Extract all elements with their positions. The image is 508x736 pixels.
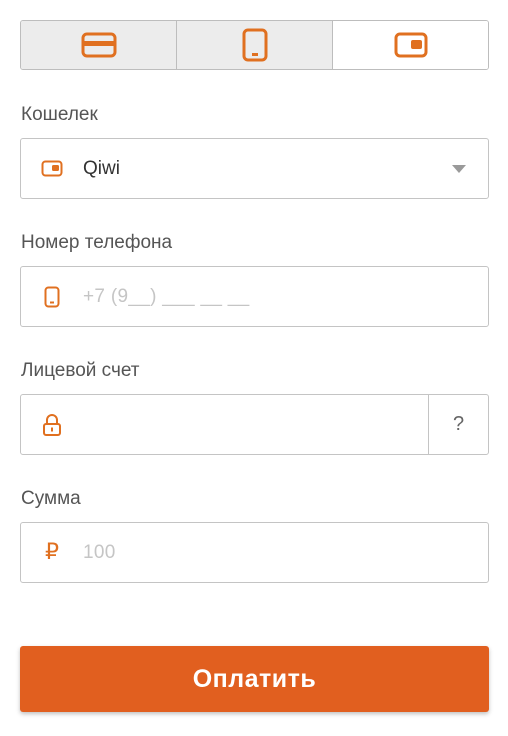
tab-wallet[interactable] — [333, 21, 488, 69]
chevron-down-icon[interactable] — [452, 164, 466, 173]
amount-label: Сумма — [21, 488, 81, 509]
payment-method-tabs — [20, 20, 489, 70]
mobile-phone-icon — [242, 28, 267, 62]
account-label: Лицевой счет — [21, 360, 140, 381]
account-field-icon-wrap — [21, 395, 83, 454]
wallet-selected-value: Qiwi — [83, 157, 120, 179]
phone-field[interactable]: +7 (9__) ___ __ __ — [20, 266, 489, 327]
ruble-icon: ₽ — [45, 540, 59, 565]
pay-button[interactable]: Оплатить — [20, 646, 489, 712]
amount-field-icon-wrap: ₽ — [21, 523, 83, 582]
phone-label: Номер телефона — [21, 232, 173, 253]
amount-field[interactable]: ₽ 100 — [20, 522, 489, 583]
tab-card[interactable] — [21, 21, 177, 69]
lock-icon — [43, 413, 61, 436]
help-button[interactable]: ? — [428, 395, 488, 454]
phone-field-icon-wrap — [21, 267, 83, 326]
phone-placeholder: +7 (9__) ___ __ __ — [83, 285, 250, 307]
wallet-field-icon-wrap — [21, 139, 83, 198]
payment-form: Кошелек Qiwi Номер телефона +7 (9__) ___… — [0, 0, 508, 736]
amount-placeholder: 100 — [83, 541, 116, 563]
tab-mobile[interactable] — [177, 21, 333, 69]
wallet-select[interactable]: Qiwi — [20, 138, 489, 199]
credit-card-icon — [81, 32, 116, 58]
wallet-label: Кошелек — [21, 104, 98, 125]
account-field[interactable]: ? — [20, 394, 489, 455]
mobile-phone-icon — [44, 286, 60, 307]
wallet-icon — [41, 160, 63, 177]
wallet-icon — [394, 32, 427, 58]
